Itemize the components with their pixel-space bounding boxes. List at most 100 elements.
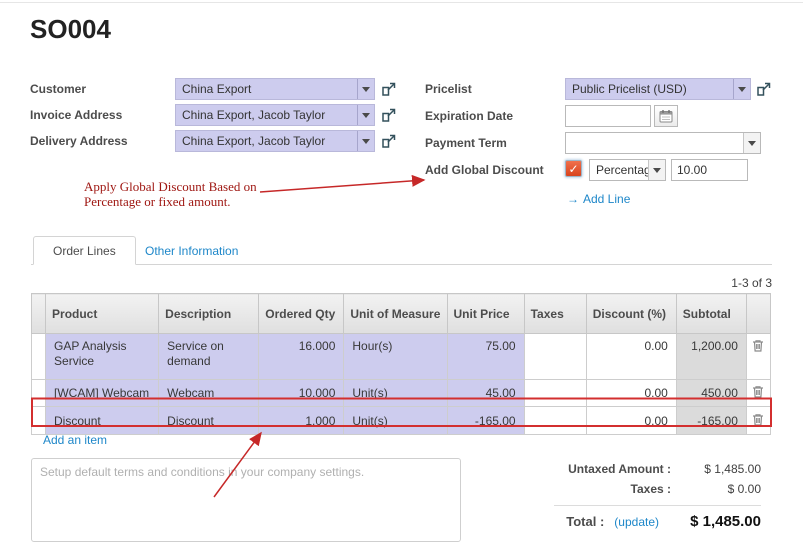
delete-row-button[interactable] [746, 334, 770, 380]
customer-select[interactable]: China Export [175, 78, 375, 100]
qty-cell[interactable]: 10.000 [259, 380, 344, 407]
taxes-cell[interactable] [524, 407, 586, 435]
delivery-address-external-link-icon[interactable] [381, 133, 397, 149]
pager: 1-3 of 3 [731, 276, 772, 290]
discount-cell[interactable]: 0.00 [586, 334, 676, 380]
arrow-right-icon: → [567, 192, 579, 206]
row-handle [32, 407, 46, 435]
global-discount-checkbox[interactable]: ✓ [565, 160, 582, 177]
pricelist-external-link-icon[interactable] [756, 81, 772, 97]
checkmark-icon: ✓ [568, 163, 578, 175]
invoice-address-select[interactable]: China Export, Jacob Taylor [175, 104, 375, 126]
delete-row-button[interactable] [746, 380, 770, 407]
row-handle [32, 334, 46, 380]
header-description[interactable]: Description [159, 294, 259, 334]
sales-order-page: SO004 Customer China Export Invoice Addr… [0, 0, 803, 545]
expiration-date-label: Expiration Date [425, 109, 513, 123]
product-cell[interactable]: GAP Analysis Service [46, 334, 159, 380]
qty-cell[interactable]: 1.000 [259, 407, 344, 435]
trash-icon [752, 339, 764, 352]
customer-value: China Export [176, 82, 357, 96]
header-unit-price[interactable]: Unit Price [447, 294, 524, 334]
expiration-date-input[interactable] [565, 105, 651, 127]
trash-icon [752, 385, 764, 398]
delivery-address-label: Delivery Address [30, 134, 128, 148]
annotation-line-2: Percentage or fixed amount. [84, 194, 257, 209]
header-actions [746, 294, 770, 334]
header-discount[interactable]: Discount (%) [586, 294, 676, 334]
payment-term-select[interactable] [565, 132, 761, 154]
update-total-link[interactable]: (update) [614, 515, 659, 529]
tab-order-lines-label: Order Lines [53, 244, 116, 258]
header-subtotal[interactable]: Subtotal [676, 294, 746, 334]
header-product[interactable]: Product [46, 294, 159, 334]
qty-cell[interactable]: 16.000 [259, 334, 344, 380]
unit-price-cell[interactable]: 75.00 [447, 334, 524, 380]
total-divider [554, 505, 761, 506]
discount-cell[interactable]: 0.00 [586, 380, 676, 407]
header-taxes[interactable]: Taxes [524, 294, 586, 334]
annotation-global-discount-note: Apply Global Discount Based on Percentag… [84, 179, 257, 209]
header-ordered-qty[interactable]: Ordered Qty [259, 294, 344, 334]
chevron-down-icon[interactable] [357, 105, 374, 125]
tab-order-lines[interactable]: Order Lines [33, 236, 136, 265]
total-value: $ 1,485.00 [675, 513, 761, 530]
taxes-cell[interactable] [524, 334, 586, 380]
uom-cell[interactable]: Unit(s) [344, 407, 447, 435]
discount-amount-input[interactable] [671, 159, 748, 181]
subtotal-cell: -165.00 [676, 407, 746, 435]
customer-label: Customer [30, 82, 86, 96]
add-line-label: Add Line [583, 192, 630, 206]
taxes-cell[interactable] [524, 380, 586, 407]
untaxed-amount-value: $ 1,485.00 [671, 462, 761, 476]
chevron-down-icon[interactable] [357, 79, 374, 99]
annotation-arrow-global-discount [260, 180, 424, 192]
unit-price-cell[interactable]: -165.00 [447, 407, 524, 435]
chevron-down-icon[interactable] [733, 79, 750, 99]
invoice-address-label: Invoice Address [30, 108, 122, 122]
header-handle [32, 294, 46, 334]
description-cell[interactable]: Service on demand [159, 334, 259, 380]
subtotal-cell: 1,200.00 [676, 334, 746, 380]
customer-external-link-icon[interactable] [381, 81, 397, 97]
add-line-button[interactable]: → Add Line [567, 192, 630, 206]
discount-type-select[interactable]: Percentage [589, 159, 666, 181]
table-header-row: Product Description Ordered Qty Unit of … [32, 294, 771, 334]
page-title: SO004 [30, 14, 111, 45]
untaxed-amount-row: Untaxed Amount : $ 1,485.00 [505, 462, 761, 476]
delivery-address-select[interactable]: China Export, Jacob Taylor [175, 130, 375, 152]
chevron-down-icon[interactable] [357, 131, 374, 151]
payment-term-label: Payment Term [425, 136, 507, 150]
terms-and-conditions-input[interactable] [31, 458, 461, 542]
order-line-row-discount[interactable]: Discount Discount 1.000 Unit(s) -165.00 … [32, 407, 771, 435]
product-cell[interactable]: Discount [46, 407, 159, 435]
chevron-down-icon[interactable] [648, 160, 665, 180]
pricelist-select[interactable]: Public Pricelist (USD) [565, 78, 751, 100]
total-label: Total : [566, 514, 604, 529]
untaxed-amount-label: Untaxed Amount : [505, 462, 671, 476]
add-an-item-link[interactable]: Add an item [43, 433, 107, 447]
order-lines-table: Product Description Ordered Qty Unit of … [31, 293, 771, 435]
top-divider [0, 2, 803, 3]
description-cell[interactable]: Discount [159, 407, 259, 435]
chevron-down-icon[interactable] [743, 133, 760, 153]
calendar-icon[interactable] [654, 105, 678, 127]
pricelist-label: Pricelist [425, 82, 472, 96]
uom-cell[interactable]: Hour(s) [344, 334, 447, 380]
discount-cell[interactable]: 0.00 [586, 407, 676, 435]
delete-row-button[interactable] [746, 407, 770, 435]
uom-cell[interactable]: Unit(s) [344, 380, 447, 407]
unit-price-cell[interactable]: 45.00 [447, 380, 524, 407]
delivery-address-value: China Export, Jacob Taylor [176, 134, 357, 148]
invoice-address-external-link-icon[interactable] [381, 107, 397, 123]
order-line-row-2[interactable]: [WCAM] Webcam Webcam 10.000 Unit(s) 45.0… [32, 380, 771, 407]
tab-other-information[interactable]: Other Information [131, 236, 252, 265]
order-line-row-1[interactable]: GAP Analysis Service Service on demand 1… [32, 334, 771, 380]
description-cell[interactable]: Webcam [159, 380, 259, 407]
discount-type-value: Percentage [590, 163, 648, 177]
taxes-label: Taxes : [505, 482, 671, 496]
product-cell[interactable]: [WCAM] Webcam [46, 380, 159, 407]
row-handle [32, 380, 46, 407]
header-unit-of-measure[interactable]: Unit of Measure [344, 294, 447, 334]
annotation-line-1: Apply Global Discount Based on [84, 179, 257, 194]
